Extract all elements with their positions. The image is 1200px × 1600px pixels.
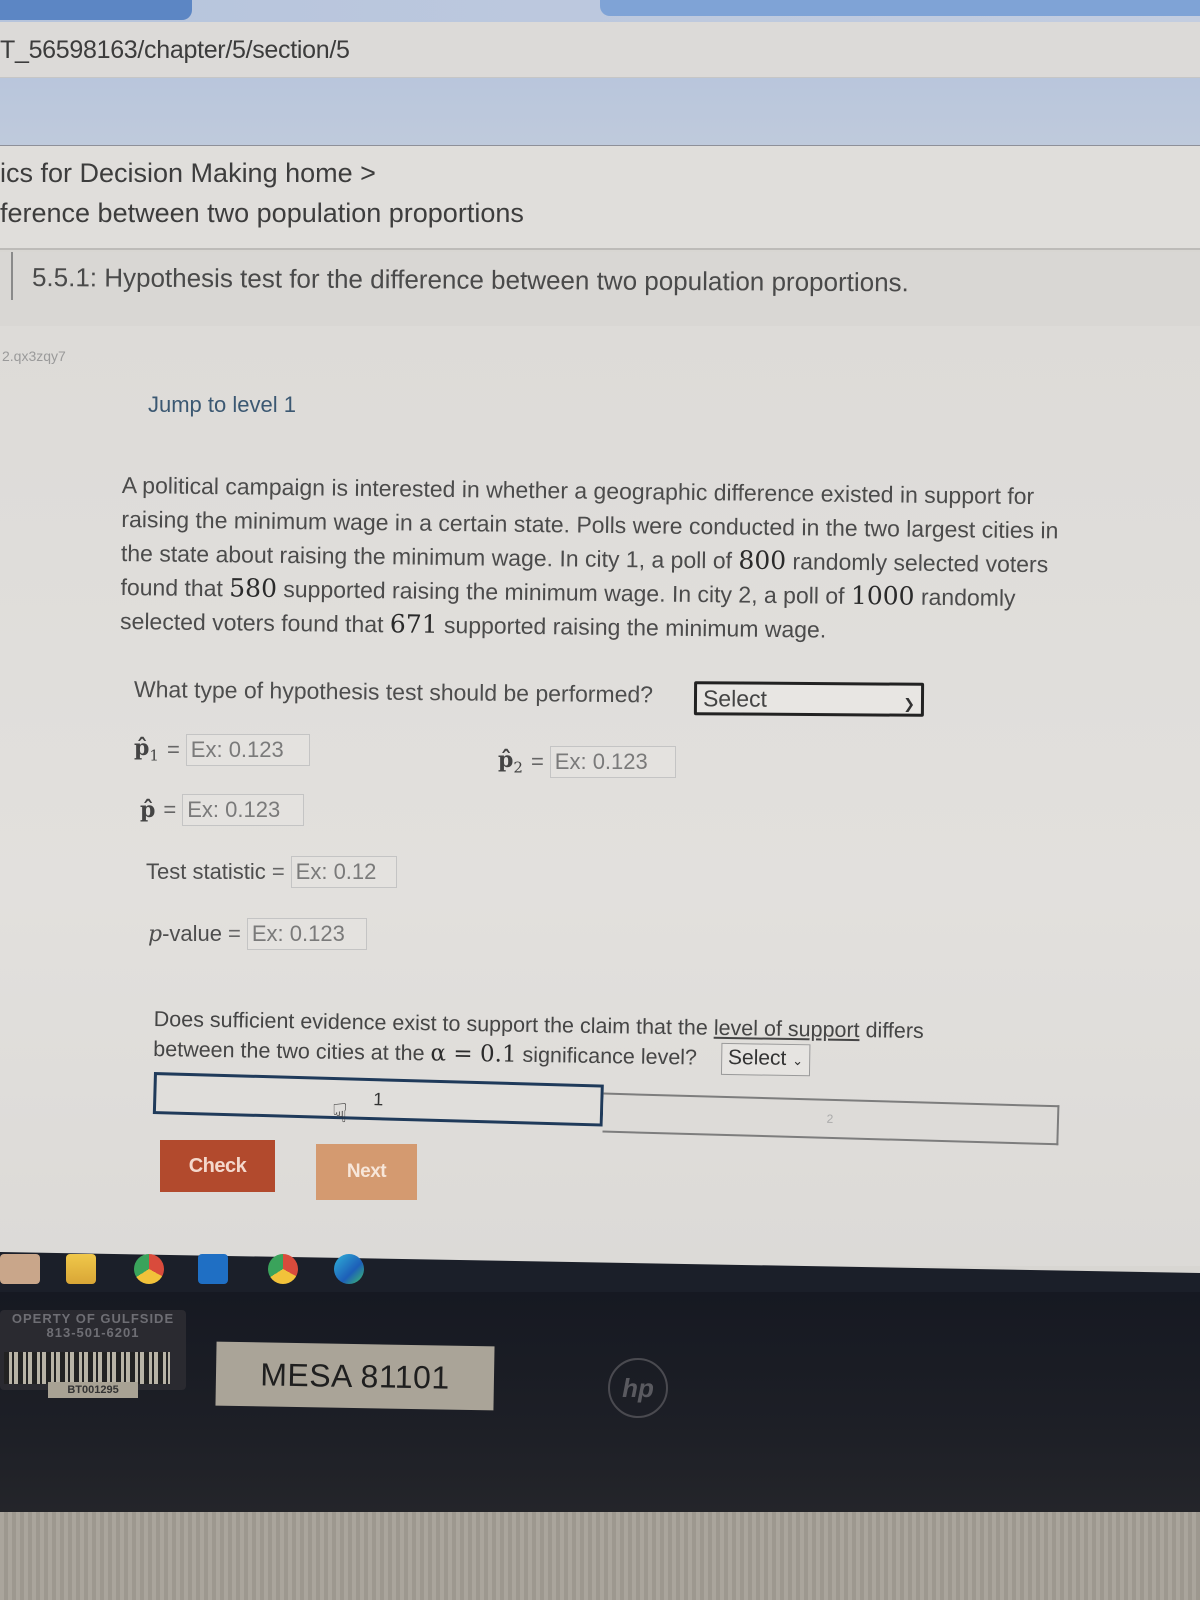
address-bar[interactable]: T_56598163/chapter/5/section/5 bbox=[0, 22, 1200, 78]
property-sticker-text: OPERTY OF GULFSIDE 813-501-6201 bbox=[0, 1312, 186, 1340]
property-phone: 813-501-6201 bbox=[46, 1325, 140, 1340]
test-type-select-value: Select bbox=[702, 685, 768, 712]
test-type-select[interactable]: Select ❯ bbox=[693, 681, 925, 717]
equals-sign: = bbox=[166, 737, 180, 762]
page-title: 5.5.1: Hypothesis test for the differenc… bbox=[31, 262, 909, 298]
hp-logo-icon: hp bbox=[608, 1358, 668, 1418]
level-progress: 1 2 bbox=[152, 1072, 1065, 1163]
breadcrumb: ics for Decision Making home > ference b… bbox=[0, 146, 1200, 250]
breadcrumb-home-link[interactable]: ics for Decision Making home > bbox=[0, 158, 376, 189]
alpha-symbol: α bbox=[430, 1040, 447, 1067]
p2-hat-row: p̂2 = bbox=[498, 746, 676, 778]
section-divider bbox=[11, 252, 13, 300]
alpha-value: 0.1 bbox=[479, 1041, 517, 1068]
chevron-down-icon: ❯ bbox=[903, 695, 916, 712]
equals-sign: = bbox=[271, 859, 285, 884]
browser-tab-active[interactable] bbox=[600, 0, 1200, 16]
breadcrumb-section: ference between two population proportio… bbox=[0, 198, 524, 228]
p-hat-input[interactable] bbox=[182, 794, 305, 826]
sample-size-city1: 800 bbox=[738, 545, 787, 576]
p-italic: p bbox=[148, 922, 163, 947]
underlined-text: level of support bbox=[713, 1015, 860, 1043]
desk-surface bbox=[0, 1512, 1200, 1600]
hand-cursor-icon: ☟ bbox=[332, 1098, 348, 1128]
jump-to-level-link[interactable]: Jump to level 1 bbox=[148, 392, 296, 418]
p1-hat-input[interactable] bbox=[185, 734, 310, 766]
p-value-row: p-value = bbox=[148, 918, 367, 950]
section-header: 5.5.1: Hypothesis test for the differenc… bbox=[0, 252, 1200, 326]
conclusion-select[interactable]: Select ⌄ bbox=[720, 1043, 811, 1077]
p2-hat-symbol: p̂2 bbox=[498, 747, 523, 776]
property-owner: OPERTY OF GULFSIDE bbox=[11, 1311, 175, 1326]
conclusion-select-value: Select bbox=[727, 1046, 787, 1071]
subscript: 2 bbox=[513, 758, 523, 777]
question-text: significance level? bbox=[516, 1042, 698, 1070]
prompt-text: supported raising the minimum wage. In c… bbox=[276, 575, 852, 609]
equals-sign: = bbox=[445, 1040, 481, 1068]
value-text: -value bbox=[162, 921, 223, 946]
check-button[interactable]: Check bbox=[160, 1140, 275, 1192]
conclusion-question: Does sufficient evidence exist to suppor… bbox=[153, 1004, 994, 1080]
p1-hat-symbol: p̂1 bbox=[134, 735, 159, 764]
chrome-icon[interactable] bbox=[134, 1254, 164, 1284]
p1-hat-row: p̂1 = bbox=[134, 734, 310, 766]
p2-hat-input[interactable] bbox=[549, 746, 676, 778]
test-statistic-row: Test statistic = bbox=[146, 856, 397, 888]
p-value-label: p-value bbox=[148, 921, 222, 947]
prompt-text: supported raising the minimum wage. bbox=[437, 611, 827, 643]
browser-tab[interactable] bbox=[0, 0, 192, 20]
test-statistic-input[interactable] bbox=[290, 856, 397, 888]
level-2-tab[interactable]: 2 bbox=[602, 1092, 1060, 1146]
sample-size-city2: 1000 bbox=[850, 580, 915, 611]
equals-sign: = bbox=[228, 921, 241, 946]
browser-toolbar-band bbox=[0, 78, 1200, 146]
p-hat-row: p̂ = bbox=[140, 794, 305, 826]
p-value-input[interactable] bbox=[246, 918, 367, 950]
equals-sign: = bbox=[163, 797, 177, 822]
p-hat-glyph: p̂ bbox=[498, 747, 514, 774]
activity-content: 2.qx3zqy7 Jump to level 1 A political ca… bbox=[0, 326, 1200, 1266]
successes-city2: 671 bbox=[389, 609, 438, 639]
outlook-icon[interactable] bbox=[198, 1254, 228, 1284]
asset-tag: MESA 81101 bbox=[215, 1341, 495, 1411]
test-statistic-label: Test statistic bbox=[146, 859, 266, 884]
file-explorer-icon[interactable] bbox=[66, 1254, 96, 1284]
barcode bbox=[4, 1352, 170, 1384]
successes-city1: 580 bbox=[229, 573, 278, 603]
p-hat-glyph: p̂ bbox=[134, 735, 150, 762]
chrome-profile-icon[interactable] bbox=[268, 1254, 298, 1284]
equals-sign: = bbox=[530, 749, 544, 774]
question-text: Does sufficient evidence exist to suppor… bbox=[153, 1006, 714, 1040]
level-1-tab[interactable]: 1 bbox=[152, 1072, 604, 1127]
url-text[interactable]: T_56598163/chapter/5/section/5 bbox=[0, 36, 350, 65]
desktop-app-icon[interactable] bbox=[0, 1254, 40, 1284]
next-button[interactable]: Next bbox=[316, 1144, 417, 1200]
barcode-label: BT001295 bbox=[48, 1382, 138, 1398]
problem-statement: A political campaign is interested in wh… bbox=[120, 468, 1092, 650]
edge-icon[interactable] bbox=[334, 1254, 364, 1284]
activity-id: 2.qx3zqy7 bbox=[2, 348, 66, 364]
test-type-question: What type of hypothesis test should be p… bbox=[133, 676, 654, 708]
p-hat-symbol: p̂ bbox=[140, 797, 156, 823]
subscript: 1 bbox=[149, 746, 159, 765]
chevron-down-icon: ⌄ bbox=[792, 1053, 804, 1069]
